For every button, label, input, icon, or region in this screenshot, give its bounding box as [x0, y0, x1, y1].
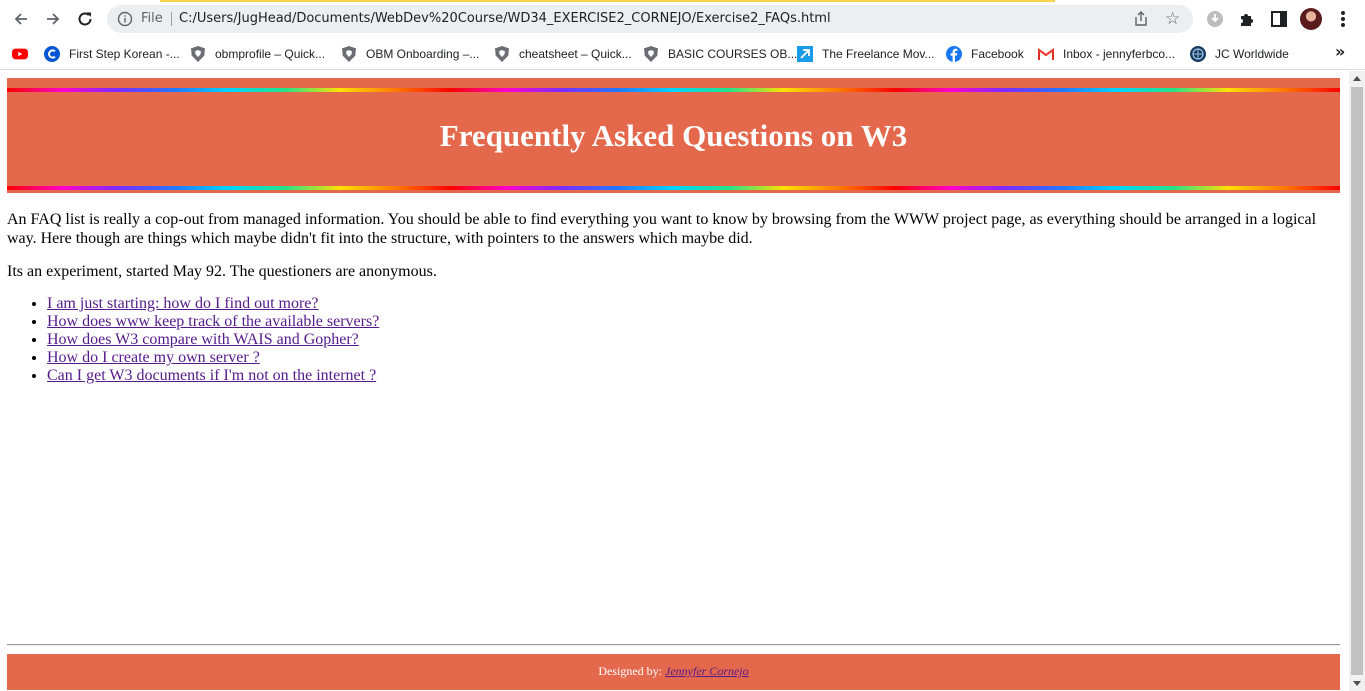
bookmark-label: OBM Onboarding –... — [366, 47, 480, 61]
list-item: How does www keep track of the available… — [47, 313, 1332, 331]
bookmark-facebook[interactable]: Facebook — [946, 42, 1024, 66]
address-scheme-label: File — [141, 11, 163, 26]
faq-link-own-server[interactable]: How do I create my own server ? — [47, 349, 260, 366]
browser-menu-icon[interactable] — [1336, 9, 1350, 29]
reload-button[interactable] — [73, 8, 97, 30]
page-footer: Designed by: Jennyfer Cornejo — [7, 654, 1340, 690]
vertical-scrollbar[interactable] — [1349, 71, 1365, 691]
bookmark-first-step-korean[interactable]: First Step Korean -... — [44, 42, 180, 66]
list-item: How does W3 compare with WAIS and Gopher… — [47, 331, 1332, 349]
faq-link-servers[interactable]: How does www keep track of the available… — [47, 313, 379, 330]
info-icon[interactable] — [117, 11, 133, 27]
scroll-up-arrow-icon[interactable] — [1353, 76, 1361, 81]
scroll-down-arrow-icon[interactable] — [1353, 681, 1361, 686]
address-bar[interactable]: File C:/Users/JugHead/Documents/WebDev%2… — [107, 5, 1193, 33]
list-item: I am just starting: how do I find out mo… — [47, 295, 1332, 313]
intro-paragraph: An FAQ list is really a cop-out from man… — [7, 211, 1317, 247]
bookmark-label: BASIC COURSES OB... — [668, 47, 798, 61]
page-header: Frequently Asked Questions on W3 — [7, 78, 1340, 193]
rainbow-divider-top — [7, 88, 1340, 92]
bookmark-label: Inbox - jennyferbco... — [1063, 47, 1176, 61]
bookmark-label: obmprofile – Quick... — [215, 47, 326, 61]
freelance-icon — [797, 46, 813, 62]
faq-link-wais-gopher[interactable]: How does W3 compare with WAIS and Gopher… — [47, 331, 359, 348]
bookmark-star-icon[interactable]: ☆ — [1165, 9, 1180, 29]
author-link[interactable]: Jennyfer Cornejo — [665, 664, 749, 678]
faq-link-offline[interactable]: Can I get W3 documents if I'm not on the… — [47, 367, 376, 384]
gmail-icon — [1038, 46, 1054, 62]
forward-button[interactable] — [41, 8, 65, 30]
faq-list: I am just starting: how do I find out mo… — [7, 295, 1332, 385]
tab-strip-edge — [0, 0, 1365, 2]
jc-icon — [1190, 46, 1206, 62]
bookmark-basic-courses[interactable]: BASIC COURSES OB... — [643, 42, 797, 66]
faq-link-getting-started[interactable]: I am just starting: how do I find out mo… — [47, 295, 319, 312]
footer-credit-label: Designed by: — [598, 664, 665, 678]
list-item: Can I get W3 documents if I'm not on the… — [47, 367, 1332, 385]
list-item: How do I create my own server ? — [47, 349, 1332, 367]
browser-toolbar: File C:/Users/JugHead/Documents/WebDev%2… — [0, 0, 1365, 38]
coursera-icon — [44, 46, 60, 62]
scrollbar-thumb[interactable] — [1351, 87, 1363, 675]
facebook-icon — [946, 46, 962, 62]
forward-arrow-icon — [47, 13, 60, 25]
reload-icon — [78, 12, 92, 26]
bookmark-freelance-movement[interactable]: The Freelance Mov... — [797, 42, 935, 66]
more-bookmarks-icon[interactable]: » — [1335, 42, 1345, 61]
experiment-paragraph: Its an experiment, started May 92. The q… — [7, 263, 437, 280]
shield-icon — [190, 46, 206, 62]
page-viewport: Frequently Asked Questions on W3 An FAQ … — [0, 71, 1349, 691]
side-panel-icon[interactable] — [1269, 9, 1289, 29]
bookmark-label: First Step Korean -... — [69, 47, 180, 61]
bookmark-label: The Freelance Mov... — [822, 47, 935, 61]
address-url-text[interactable]: C:/Users/JugHead/Documents/WebDev%20Cour… — [179, 11, 831, 26]
bookmark-obm-onboarding[interactable]: OBM Onboarding –... — [341, 42, 479, 66]
address-divider — [171, 12, 172, 26]
bookmark-youtube[interactable] — [12, 42, 37, 66]
bookmark-label: JC Worldwide — [1215, 47, 1289, 61]
shield-icon — [341, 46, 357, 62]
extensions-puzzle-icon[interactable] — [1237, 9, 1257, 29]
share-icon[interactable] — [1133, 11, 1149, 27]
bookmark-label: cheatsheet – Quick... — [519, 47, 632, 61]
main-content: An FAQ list is really a cop-out from man… — [7, 210, 1332, 385]
youtube-icon — [12, 46, 28, 62]
bookmark-cheatsheet[interactable]: cheatsheet – Quick... — [494, 42, 632, 66]
back-button[interactable] — [9, 8, 33, 30]
page-title: Frequently Asked Questions on W3 — [439, 118, 908, 153]
profile-avatar[interactable] — [1300, 8, 1322, 30]
footer-divider — [7, 644, 1340, 646]
bookmarks-bar: First Step Korean -... obmprofile – Quic… — [0, 38, 1365, 70]
bookmark-gmail-inbox[interactable]: Inbox - jennyferbco... — [1038, 42, 1175, 66]
bookmark-jc-worldwide[interactable]: JC Worldwide — [1190, 42, 1289, 66]
download-icon[interactable] — [1205, 9, 1225, 29]
bookmark-obmprofile[interactable]: obmprofile – Quick... — [190, 42, 325, 66]
shield-icon — [643, 46, 659, 62]
back-arrow-icon — [14, 13, 27, 25]
bookmark-label: Facebook — [971, 47, 1024, 61]
shield-icon — [494, 46, 510, 62]
rainbow-divider-bottom — [7, 186, 1340, 190]
